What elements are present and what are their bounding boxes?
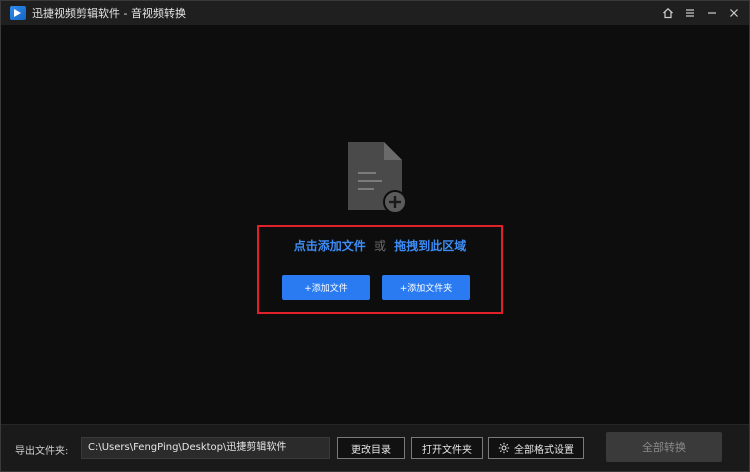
minimize-icon <box>708 12 716 14</box>
home-button[interactable] <box>659 4 677 22</box>
gear-icon <box>498 442 510 454</box>
change-directory-button[interactable]: 更改目录 <box>337 437 405 459</box>
change-directory-label: 更改目录 <box>351 444 391 456</box>
export-folder-label: 导出文件夹: <box>15 446 69 457</box>
menu-button[interactable] <box>681 4 699 22</box>
window-controls <box>659 4 743 22</box>
open-folder-label: 打开文件夹 <box>422 444 472 456</box>
open-folder-button[interactable]: 打开文件夹 <box>411 437 483 459</box>
drag-here-text: 拖拽到此区域 <box>394 239 467 253</box>
app-logo-icon <box>10 6 26 20</box>
add-file-button[interactable]: +添加文件 <box>282 275 370 300</box>
close-icon <box>730 9 738 17</box>
format-settings-label: 全部格式设置 <box>514 444 574 456</box>
click-add-file-link[interactable]: 点击添加文件 <box>294 239 366 253</box>
home-icon <box>663 7 673 19</box>
format-settings-button[interactable]: 全部格式设置 <box>488 437 584 459</box>
minimize-button[interactable] <box>703 4 721 22</box>
add-folder-button[interactable]: +添加文件夹 <box>382 275 470 300</box>
file-add-icon[interactable] <box>346 140 406 215</box>
hint-or-text: 或 <box>373 239 386 253</box>
menu-icon <box>686 9 694 17</box>
footer-bar: 导出文件夹: C:\Users\FengPing\Desktop\迅捷剪辑软件 … <box>1 424 749 471</box>
drop-hint: 点击添加文件 或 拖拽到此区域 <box>257 237 503 254</box>
close-button[interactable] <box>725 4 743 22</box>
convert-all-button[interactable]: 全部转换 <box>606 432 722 462</box>
window-title: 迅捷视频剪辑软件 - 音视频转换 <box>32 7 186 20</box>
title-bar: 迅捷视频剪辑软件 - 音视频转换 <box>1 1 749 25</box>
export-path-field[interactable]: C:\Users\FengPing\Desktop\迅捷剪辑软件 <box>81 437 330 459</box>
app-window: 迅捷视频剪辑软件 - 音视频转换 点击添加文件 或 拖拽到此区域 +添加文件 +… <box>0 0 750 472</box>
